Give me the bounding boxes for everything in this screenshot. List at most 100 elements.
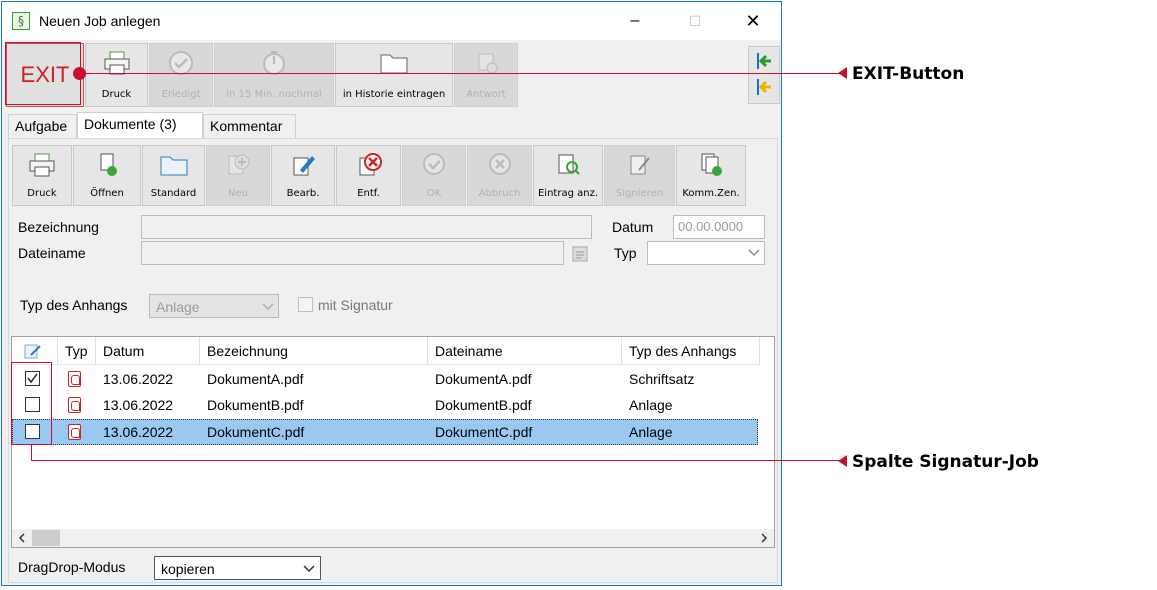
open-document-icon xyxy=(100,153,117,176)
print-button[interactable]: Druck xyxy=(85,43,148,107)
doc-print-label: Druck xyxy=(27,188,57,199)
cell-datum: 13.06.2022 xyxy=(103,424,174,440)
documents-table: Typ Datum Bezeichnung Dateiname Typ des … xyxy=(11,336,775,548)
cell-datum: 13.06.2022 xyxy=(103,371,174,387)
reply-label: Antwort xyxy=(466,89,506,100)
tab-kommentar[interactable]: Kommentar xyxy=(203,114,296,138)
view-entry-icon xyxy=(558,154,580,175)
cell-dateiname: DokumentB.pdf xyxy=(435,397,532,413)
communication-center-label: Komm.Zen. xyxy=(682,188,740,199)
typ-label: Typ xyxy=(614,245,637,261)
datum-input[interactable]: 00.00.0000 xyxy=(673,215,765,239)
browse-file-icon[interactable] xyxy=(570,244,590,264)
communication-center-button[interactable]: Komm.Zen. xyxy=(676,145,746,206)
column-header-datum[interactable]: Datum xyxy=(96,337,200,365)
chevron-down-icon xyxy=(262,303,274,311)
tab-aufgabe[interactable]: Aufgabe xyxy=(8,114,77,138)
cell-datum: 13.06.2022 xyxy=(103,397,174,413)
app-window: § Neuen Job anlegen – ☐ ✕ EXIT Druck Erl… xyxy=(1,1,782,586)
signature-annotation-label: Spalte Signatur-Job xyxy=(852,452,1039,472)
typ-anhang-value: Anlage xyxy=(156,299,200,315)
bezeichnung-input[interactable] xyxy=(141,215,592,239)
chevron-down-icon xyxy=(303,565,315,573)
new-button[interactable]: Neu xyxy=(206,145,270,206)
column-header-typ-anhang[interactable]: Typ des Anhangs xyxy=(622,337,760,365)
add-icon xyxy=(228,154,250,175)
scroll-left-icon[interactable] xyxy=(18,533,26,543)
cancel-icon xyxy=(488,153,511,175)
cell-bezeichnung: DokumentB.pdf xyxy=(207,397,304,413)
maximize-button[interactable]: ☐ xyxy=(672,6,718,36)
done-button[interactable]: Erledigt xyxy=(149,43,213,107)
chevron-down-icon xyxy=(748,249,760,257)
folder-icon xyxy=(160,156,187,176)
cell-typ-anhang: Anlage xyxy=(629,424,673,440)
table-row[interactable]: 13.06.2022 DokumentB.pdf DokumentB.pdf A… xyxy=(12,392,758,418)
exit-annotation-line xyxy=(80,73,840,74)
sign-icon xyxy=(630,155,650,175)
edit-button[interactable]: Bearb. xyxy=(271,145,335,206)
column-header-bezeichnung[interactable]: Bezeichnung xyxy=(200,337,428,365)
pdf-icon xyxy=(68,397,81,413)
cell-typ-anhang: Schriftsatz xyxy=(629,371,695,387)
arrow-left-yellow-icon[interactable] xyxy=(755,77,775,97)
pdf-icon xyxy=(68,371,81,387)
standard-label: Standard xyxy=(150,188,197,199)
delete-icon xyxy=(359,153,382,176)
title-bar: § Neuen Job anlegen – ☐ ✕ xyxy=(2,2,781,40)
delete-button[interactable]: Entf. xyxy=(336,145,401,206)
minimize-button[interactable]: – xyxy=(612,6,658,36)
signature-column-icon xyxy=(24,344,41,359)
reply-button[interactable]: Antwort xyxy=(454,43,518,107)
print-label: Druck xyxy=(101,89,132,100)
close-button[interactable]: ✕ xyxy=(730,6,776,36)
doc-print-button[interactable]: Druck xyxy=(12,145,72,206)
typ-select[interactable] xyxy=(647,241,765,265)
signature-column-header[interactable] xyxy=(12,337,58,365)
signatur-label: mit Signatur xyxy=(318,297,393,313)
exit-annotation-arrow xyxy=(838,67,847,79)
app-paragraph-icon: § xyxy=(12,12,30,30)
dragdrop-value: kopieren xyxy=(161,561,215,577)
cell-typ-anhang: Anlage xyxy=(629,397,673,413)
ok-label: OK xyxy=(426,188,442,199)
communication-center-icon xyxy=(701,153,722,176)
abort-label: Abbruch xyxy=(478,188,521,199)
remind-later-button[interactable]: in 15 Min. nochmal xyxy=(214,43,334,107)
history-label: in Historie eintragen xyxy=(342,89,446,100)
exit-highlight-box xyxy=(5,42,81,105)
cell-dateiname: DokumentC.pdf xyxy=(435,424,533,440)
cell-bezeichnung: DokumentC.pdf xyxy=(207,424,305,440)
edit-pencil-icon xyxy=(293,156,315,176)
open-label: Öffnen xyxy=(90,188,124,199)
edit-label: Bearb. xyxy=(286,188,320,199)
typ-anhang-select[interactable]: Anlage xyxy=(149,294,279,318)
pdf-icon xyxy=(68,424,81,440)
standard-button[interactable]: Standard xyxy=(142,145,205,206)
cell-dateiname: DokumentA.pdf xyxy=(435,371,532,387)
view-entry-label: Eintrag anz. xyxy=(537,188,598,199)
table-row[interactable]: 13.06.2022 DokumentA.pdf DokumentA.pdf S… xyxy=(12,366,758,392)
column-header-typ[interactable]: Typ xyxy=(58,337,96,365)
scroll-right-icon[interactable] xyxy=(760,533,768,543)
bezeichnung-label: Bezeichnung xyxy=(18,219,99,235)
arrow-left-icon[interactable] xyxy=(755,51,775,71)
dateiname-input[interactable] xyxy=(141,241,564,265)
ok-button[interactable]: OK xyxy=(402,145,466,206)
view-entry-button[interactable]: Eintrag anz. xyxy=(533,145,603,206)
exit-annotation-label: EXIT-Button xyxy=(852,64,965,84)
cell-bezeichnung: DokumentA.pdf xyxy=(207,371,304,387)
dragdrop-select[interactable]: kopieren xyxy=(154,556,321,580)
signatur-checkbox[interactable] xyxy=(298,297,313,312)
tab-dokumente[interactable]: Dokumente (3) xyxy=(77,112,203,138)
table-row-selected[interactable]: 13.06.2022 DokumentC.pdf DokumentC.pdf A… xyxy=(12,419,758,445)
datum-label: Datum xyxy=(612,219,654,235)
open-button[interactable]: Öffnen xyxy=(73,145,141,206)
horizontal-scrollbar[interactable] xyxy=(12,529,774,547)
column-header-dateiname[interactable]: Dateiname xyxy=(428,337,622,365)
sign-button[interactable]: Signieren xyxy=(604,145,675,206)
signature-annotation-arrow xyxy=(838,455,847,467)
history-button[interactable]: in Historie eintragen xyxy=(335,43,453,107)
abort-button[interactable]: Abbruch xyxy=(467,145,532,206)
scroll-thumb[interactable] xyxy=(32,530,60,546)
